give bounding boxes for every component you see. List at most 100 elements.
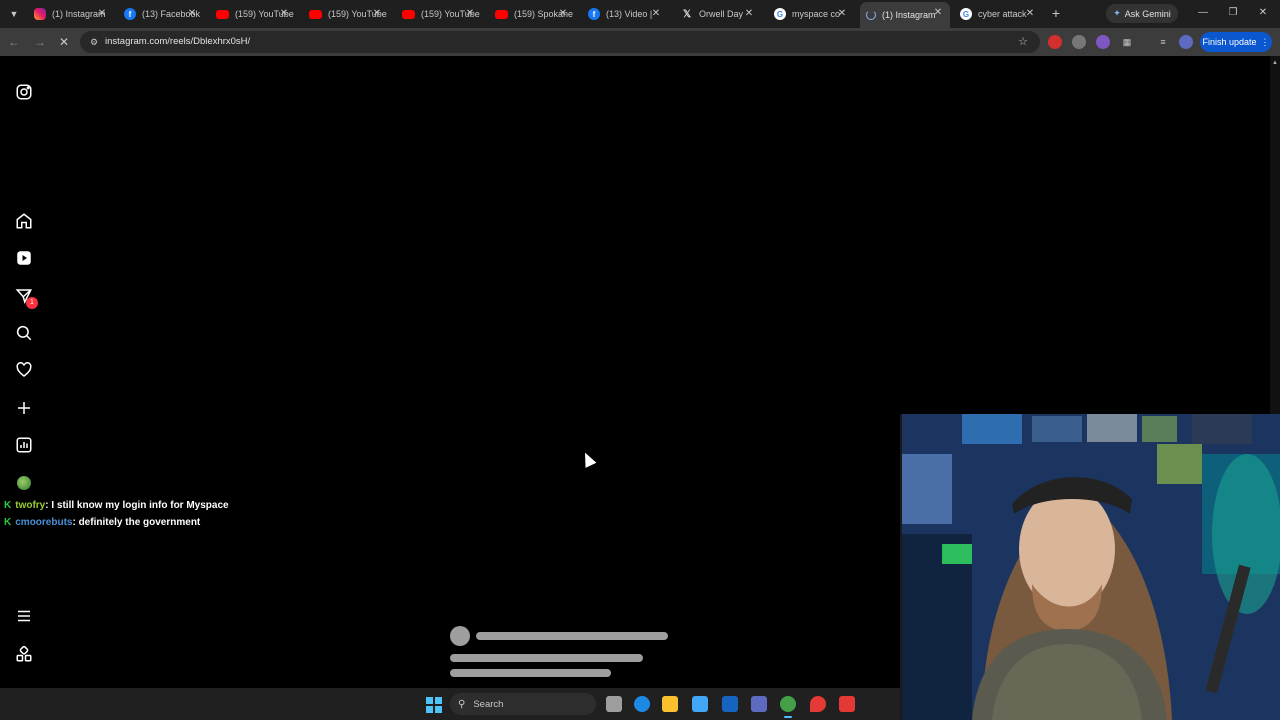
dashboard-icon[interactable] (14, 435, 34, 455)
youtube-icon (216, 9, 229, 19)
skeleton-avatar (450, 626, 470, 646)
chat-text: : I still know my login info for Myspace (45, 500, 229, 511)
more-options-icon: ⋮ (1260, 36, 1270, 47)
tab-youtube-1[interactable]: (159) YouTube ✕ (210, 3, 296, 25)
close-window-icon[interactable]: ✕ (1256, 6, 1270, 20)
tab-strip: ▼ (1) Instagram ✕ f (13) Facebook ✕ (159… (0, 0, 1280, 28)
streaming-app-icon[interactable] (839, 696, 855, 712)
extension-red-icon[interactable] (1048, 35, 1062, 49)
bookmark-star-icon[interactable]: ☆ (1018, 35, 1028, 48)
home-icon[interactable] (14, 211, 34, 231)
facebook-icon: f (588, 8, 600, 20)
screen: ▼ (1) Instagram ✕ f (13) Facebook ✕ (159… (0, 0, 1280, 720)
youtube-icon (309, 9, 322, 19)
search-icon[interactable] (14, 323, 34, 343)
site-info-icon[interactable]: ⚙ (88, 36, 100, 48)
mail-icon[interactable] (722, 696, 738, 712)
chat-username: twofry (15, 500, 46, 511)
taskbar-search-label: Search (473, 698, 504, 710)
chat-message: Ktwofry: I still know my login info for … (4, 500, 229, 511)
close-icon[interactable]: ✕ (743, 8, 755, 20)
tab-youtube-spokane[interactable]: (159) Spokane ✕ (489, 3, 575, 25)
tab-google-cyber[interactable]: G cyber attack ✕ (954, 3, 1042, 25)
close-icon[interactable]: ✕ (96, 8, 108, 20)
close-icon[interactable]: ✕ (464, 8, 476, 20)
url-text[interactable]: instagram.com/reels/Dblexhrx0sH/ (105, 36, 250, 47)
kick-icon: K (4, 500, 12, 511)
back-icon[interactable]: ← (6, 34, 22, 50)
tab-instagram-1[interactable]: (1) Instagram ✕ (28, 3, 114, 25)
tab-x-orwell[interactable]: 𝕏 Orwell Day ✕ (675, 3, 761, 25)
forward-icon[interactable]: → (32, 34, 48, 50)
restore-icon[interactable]: ❐ (1226, 6, 1240, 20)
tab-instagram-active[interactable]: (1) Instagram ✕ (860, 2, 950, 28)
reels-icon[interactable] (14, 248, 34, 268)
close-icon[interactable]: ✕ (278, 8, 290, 20)
finish-update-label: Finish update (1202, 37, 1257, 47)
windows-taskbar: ⚲ Search (0, 688, 900, 720)
task-view-icon[interactable] (606, 696, 622, 712)
close-icon[interactable]: ✕ (371, 8, 383, 20)
tab-google-myspace[interactable]: G myspace co ✕ (768, 3, 854, 25)
skeleton-line (450, 669, 611, 677)
chat-message: Kcmoorebuts: definitely the government (4, 517, 200, 528)
extension-grey-icon[interactable] (1072, 35, 1086, 49)
tab-search-chevron-icon[interactable]: ▼ (6, 6, 22, 22)
skeleton-line (450, 654, 643, 662)
browser-toolbar: ← → ✕ ⚙ instagram.com/reels/Dblexhrx0sH/… (0, 28, 1280, 56)
webcam-overlay (900, 414, 1280, 720)
taskbar-search[interactable]: ⚲ Search (450, 693, 596, 715)
chrome-icon[interactable] (780, 696, 796, 718)
messages-icon[interactable]: 1 (14, 286, 38, 309)
chat-text: : definitely the government (72, 517, 201, 528)
tab-youtube-2[interactable]: (159) YouTube ✕ (303, 3, 389, 25)
tab-facebook-1[interactable]: f (13) Facebook ✕ (118, 3, 204, 25)
google-icon: G (960, 8, 972, 20)
chat-username: cmoorebuts (15, 517, 73, 528)
create-plus-icon[interactable] (14, 398, 34, 418)
instagram-logo-icon[interactable] (14, 82, 34, 102)
stop-icon[interactable]: ✕ (56, 34, 72, 50)
ask-gemini-label: Ask Gemini (1124, 8, 1171, 19)
youtube-icon (495, 9, 508, 19)
store-icon[interactable] (692, 696, 708, 712)
new-tab-icon[interactable]: + (1048, 5, 1064, 21)
media-control-icon[interactable]: ≡ (1156, 35, 1170, 49)
tab-youtube-3[interactable]: (159) YouTube ✕ (396, 3, 482, 25)
ask-gemini-button[interactable]: ✦ Ask Gemini (1106, 4, 1178, 23)
instagram-icon (34, 8, 46, 20)
file-explorer-icon[interactable] (662, 696, 678, 712)
finish-update-button[interactable]: Finish update ⋮ (1200, 32, 1272, 52)
google-icon: G (774, 8, 786, 20)
facebook-icon: f (124, 8, 136, 20)
scroll-up-icon[interactable]: ▲ (1272, 60, 1278, 66)
extension-purple-icon[interactable] (1096, 35, 1110, 49)
close-icon[interactable]: ✕ (650, 8, 662, 20)
edge-icon[interactable] (634, 696, 650, 712)
webcam-scene (902, 414, 1280, 720)
kick-icon: K (4, 517, 12, 528)
avatar (17, 476, 31, 490)
app-icon[interactable] (751, 696, 767, 712)
more-apps-icon[interactable] (14, 644, 34, 664)
close-icon[interactable]: ✕ (1024, 8, 1036, 20)
profile-avatar[interactable] (14, 473, 34, 493)
close-icon[interactable]: ✕ (836, 8, 848, 20)
loading-icon (866, 10, 876, 20)
close-icon[interactable]: ✕ (186, 8, 198, 20)
close-icon[interactable]: ✕ (557, 8, 569, 20)
gemini-spark-icon: ✦ (1113, 8, 1121, 18)
address-bar[interactable]: ⚙ instagram.com/reels/Dblexhrx0sH/ ☆ (80, 31, 1040, 53)
menu-icon[interactable] (14, 606, 34, 626)
minimize-icon[interactable]: — (1196, 6, 1210, 20)
messages-badge: 1 (26, 297, 38, 309)
x-icon: 𝕏 (682, 8, 692, 20)
skeleton-line (476, 632, 668, 640)
extensions-puzzle-icon[interactable]: ▦ (1120, 35, 1134, 49)
windows-start-icon[interactable] (426, 697, 442, 713)
tab-facebook-video[interactable]: f (13) Video | ✕ (582, 3, 668, 25)
maps-pin-icon[interactable] (810, 696, 826, 712)
profile-avatar-icon[interactable] (1179, 35, 1193, 49)
notifications-heart-icon[interactable] (14, 360, 34, 380)
close-icon[interactable]: ✕ (932, 7, 944, 19)
